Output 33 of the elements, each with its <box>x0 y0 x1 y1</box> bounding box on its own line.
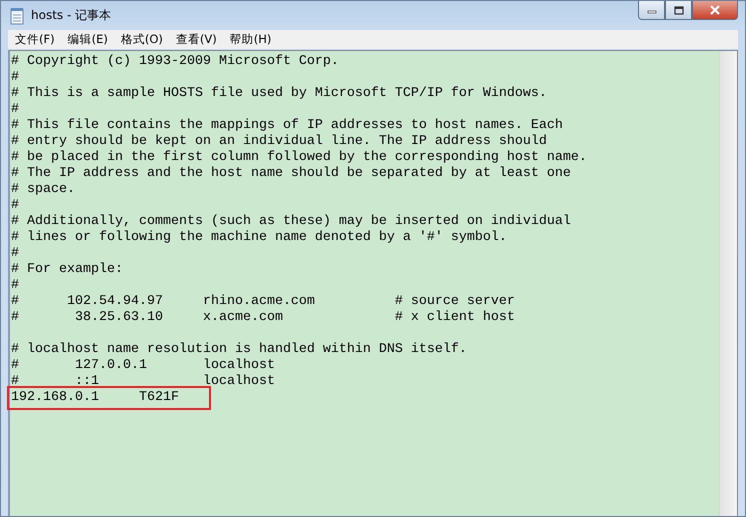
close-button[interactable] <box>692 1 738 20</box>
text-line: # localhost name resolution is handled within DNS itself. <box>11 342 467 358</box>
maximize-button[interactable] <box>665 1 692 20</box>
text-line: # <box>11 70 19 86</box>
text-line: # 127.0.0.1 localhost <box>11 358 275 374</box>
text-line: # be placed in the first column followed by the corresponding host name. <box>11 150 587 166</box>
text-line: # entry should be kept on an individual line. The IP address should <box>11 134 547 150</box>
text-line: # 102.54.94.97 rhino.acme.com # source server <box>11 294 515 310</box>
menu-item[interactable]: 编辑(E) <box>60 32 114 47</box>
text-line: # ::1 localhost <box>11 374 275 390</box>
maximize-icon <box>674 6 684 14</box>
close-icon <box>709 5 721 15</box>
menu-item[interactable]: 帮助(H) <box>222 32 278 47</box>
text-line: # Copyright (c) 1993-2009 Microsoft Corp. <box>11 54 339 70</box>
scrollbar[interactable] <box>719 51 737 516</box>
text-line: # <box>11 198 19 214</box>
text-line: # space. <box>11 182 75 198</box>
text-line: # 38.25.63.10 x.acme.com # x client host <box>11 310 515 326</box>
window-title: hosts - 记事本 <box>31 7 112 24</box>
minimize-button[interactable] <box>638 1 665 20</box>
text-line: # <box>11 278 19 294</box>
notepad-icon <box>9 6 25 24</box>
menu-item[interactable]: 查看(V) <box>168 32 223 47</box>
text-line: # For example: <box>11 262 123 278</box>
menu-item[interactable]: 格式(O) <box>114 32 169 47</box>
text-line: # <box>11 246 19 262</box>
menu-item[interactable]: 文件(F) <box>8 32 61 47</box>
text-line: # This file contains the mappings of IP addresses to host names. Each <box>11 118 563 134</box>
text-line: # The IP address and the host name should be separated by at least one <box>11 166 571 182</box>
text-line: # <box>11 102 19 118</box>
text-line: # lines or following the machine name denoted by a '#' symbol. <box>11 230 507 246</box>
text-line: # Additionally, comments (such as these) may be inserted on individual <box>11 214 571 230</box>
text-line: # This is a sample HOSTS file used by Microsoft TCP/IP for Windows. <box>11 86 547 102</box>
